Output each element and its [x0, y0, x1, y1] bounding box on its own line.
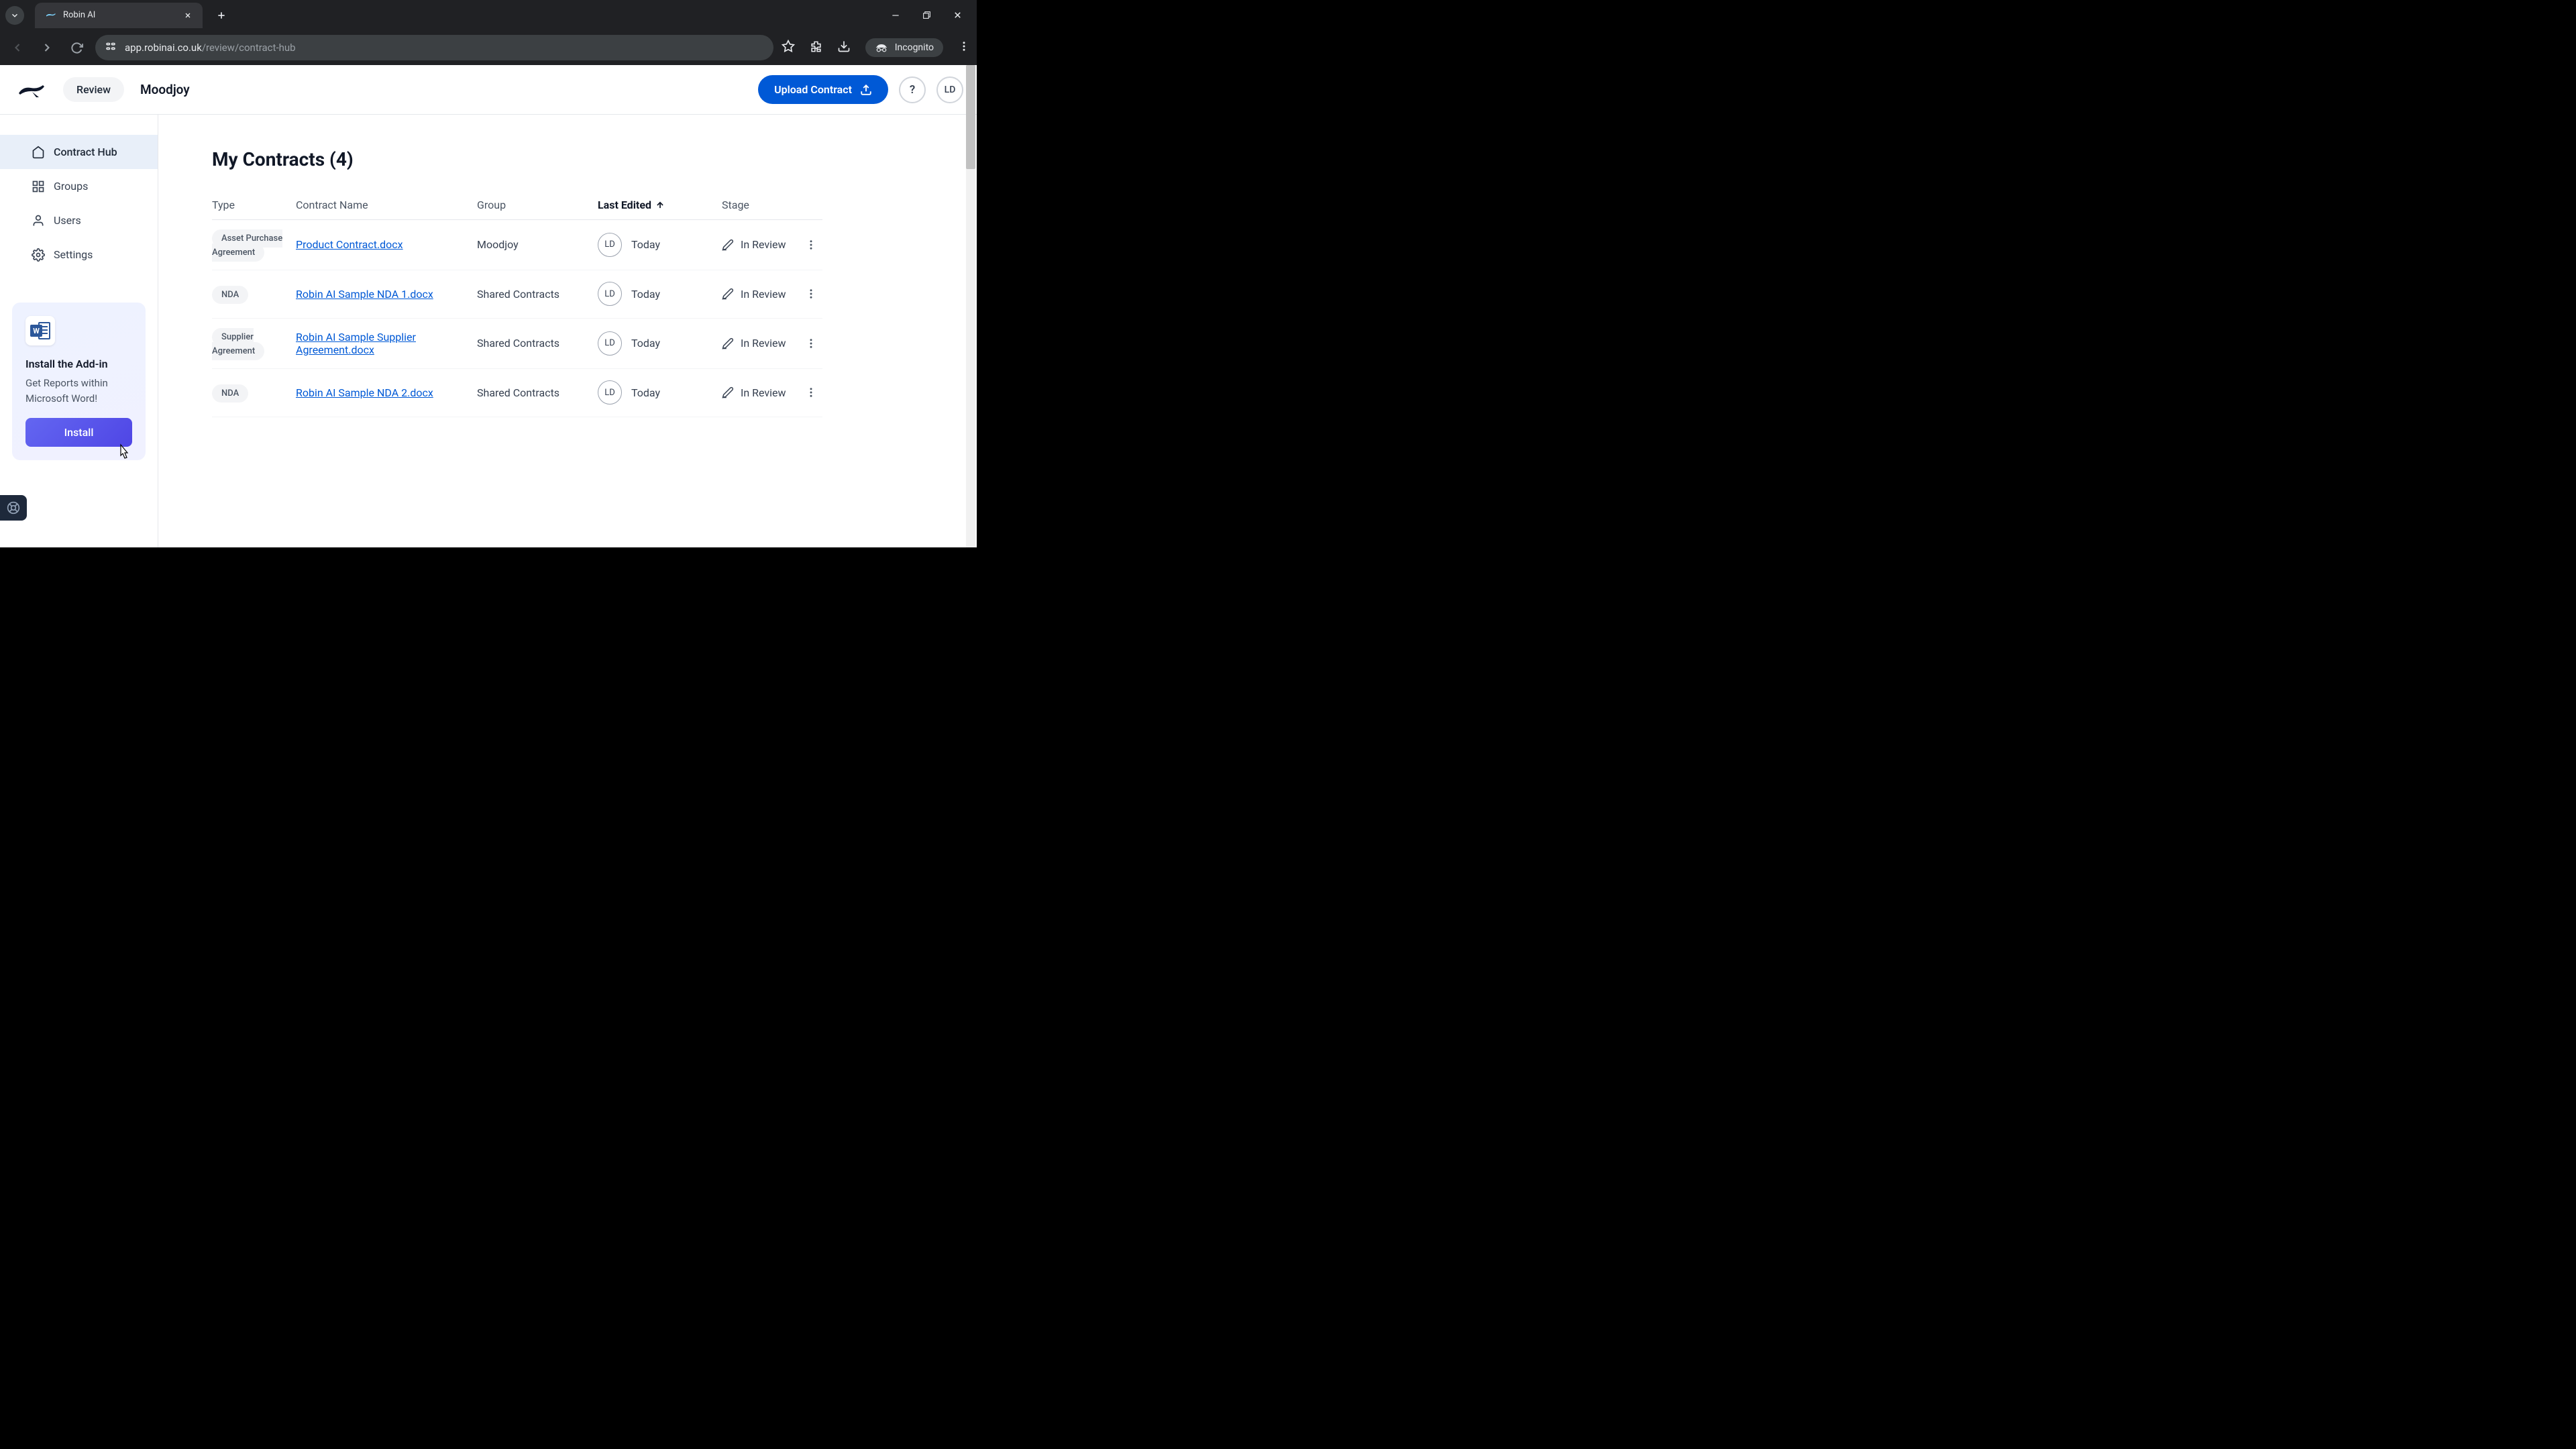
edited-when: Today [631, 238, 660, 251]
type-badge: NDA [212, 286, 248, 304]
contract-link[interactable]: Robin AI Sample Supplier Agreement.docx [296, 331, 416, 356]
home-icon [31, 145, 46, 160]
maximize-button[interactable] [920, 9, 932, 21]
downloads-button[interactable] [837, 40, 851, 56]
stage-text: In Review [741, 386, 786, 399]
user-avatar[interactable]: LD [936, 76, 963, 103]
column-type[interactable]: Type [212, 199, 296, 211]
editor-avatar: LD [598, 282, 622, 306]
word-icon: W [25, 316, 55, 345]
group-text: Moodjoy [477, 238, 519, 251]
editor-avatar: LD [598, 331, 622, 356]
table-row: Asset Purchase Agreement Product Contrac… [212, 220, 822, 270]
support-button[interactable] [0, 495, 27, 521]
org-name: Moodjoy [140, 82, 190, 97]
close-window-button[interactable] [951, 9, 963, 21]
edited-when: Today [631, 288, 660, 301]
sidebar-item-groups[interactable]: Groups [0, 169, 158, 203]
edit-icon [722, 288, 734, 300]
edit-icon [722, 337, 734, 350]
edit-icon [722, 239, 734, 251]
editor-avatar: LD [598, 380, 622, 405]
sort-asc-icon [655, 201, 665, 210]
url-bar[interactable]: app.robinai.co.uk/review/contract-hub [95, 35, 773, 60]
row-menu-button[interactable] [799, 337, 822, 350]
group-text: Shared Contracts [477, 386, 559, 399]
sidebar-item-users[interactable]: Users [0, 203, 158, 237]
grid-icon [31, 179, 46, 194]
type-badge: Asset Purchase Agreement [212, 229, 282, 262]
contract-link[interactable]: Robin AI Sample NDA 1.docx [296, 288, 433, 301]
incognito-badge[interactable]: Incognito [865, 38, 943, 57]
edited-when: Today [631, 337, 660, 350]
help-button[interactable]: ? [899, 76, 926, 103]
editor-avatar: LD [598, 233, 622, 257]
upload-icon [860, 84, 872, 96]
minimize-button[interactable] [890, 9, 902, 21]
scrollbar[interactable] [966, 65, 975, 547]
table-row: NDA Robin AI Sample NDA 1.docx Shared Co… [212, 270, 822, 319]
addin-description: Get Reports within Microsoft Word! [25, 376, 132, 406]
edited-when: Today [631, 386, 660, 399]
row-menu-button[interactable] [799, 288, 822, 300]
sidebar-item-contract-hub[interactable]: Contract Hub [0, 135, 158, 169]
back-button[interactable] [7, 37, 28, 58]
review-button[interactable]: Review [63, 77, 124, 102]
forward-button[interactable] [36, 37, 58, 58]
group-text: Shared Contracts [477, 337, 559, 350]
tab-search-button[interactable] [5, 6, 24, 25]
sidebar: Contract Hub Groups Users Settings W [0, 115, 158, 547]
column-group[interactable]: Group [477, 199, 598, 211]
contract-link[interactable]: Product Contract.docx [296, 238, 403, 251]
new-tab-button[interactable] [212, 6, 231, 25]
page-title: My Contracts (4) [212, 148, 923, 170]
robin-logo[interactable] [13, 80, 48, 100]
reload-button[interactable] [66, 37, 87, 58]
stage-text: In Review [741, 238, 786, 251]
user-icon [31, 213, 46, 228]
tab-title: Robin AI [63, 10, 176, 20]
tab-favicon [44, 9, 56, 21]
main-content: My Contracts (4) Type Contract Name Grou… [158, 115, 977, 547]
table-row: NDA Robin AI Sample NDA 2.docx Shared Co… [212, 369, 822, 417]
tab-bar: Robin AI [0, 0, 977, 30]
gear-icon [31, 248, 46, 262]
tab-close-button[interactable] [182, 10, 193, 21]
stage-text: In Review [741, 337, 786, 350]
scrollbar-thumb[interactable] [966, 65, 975, 169]
edit-icon [722, 386, 734, 398]
type-badge: Supplier Agreement [212, 328, 264, 360]
app-header: Review Moodjoy Upload Contract ? LD [0, 65, 977, 115]
browser-menu-button[interactable] [958, 40, 970, 55]
type-badge: NDA [212, 384, 248, 402]
group-text: Shared Contracts [477, 288, 559, 301]
upload-contract-button[interactable]: Upload Contract [758, 75, 888, 104]
url-text: app.robinai.co.uk/review/contract-hub [125, 42, 764, 54]
column-name[interactable]: Contract Name [296, 199, 477, 211]
table-row: Supplier Agreement Robin AI Sample Suppl… [212, 319, 822, 369]
contract-link[interactable]: Robin AI Sample NDA 2.docx [296, 386, 433, 399]
site-settings-icon[interactable] [105, 40, 117, 55]
row-menu-button[interactable] [799, 239, 822, 251]
extensions-button[interactable] [810, 40, 822, 56]
addin-title: Install the Add-in [25, 358, 132, 370]
sidebar-item-settings[interactable]: Settings [0, 237, 158, 272]
stage-text: In Review [741, 288, 786, 301]
bookmark-button[interactable] [782, 40, 795, 56]
addin-promo-card: W Install the Add-in Get Reports within … [12, 303, 146, 460]
row-menu-button[interactable] [799, 386, 822, 398]
column-stage[interactable]: Stage [722, 199, 799, 211]
column-last-edited[interactable]: Last Edited [598, 199, 722, 211]
browser-tab[interactable]: Robin AI [35, 3, 203, 28]
install-button[interactable]: Install [25, 418, 132, 447]
contracts-table: Type Contract Name Group Last Edited Sta… [212, 191, 822, 417]
